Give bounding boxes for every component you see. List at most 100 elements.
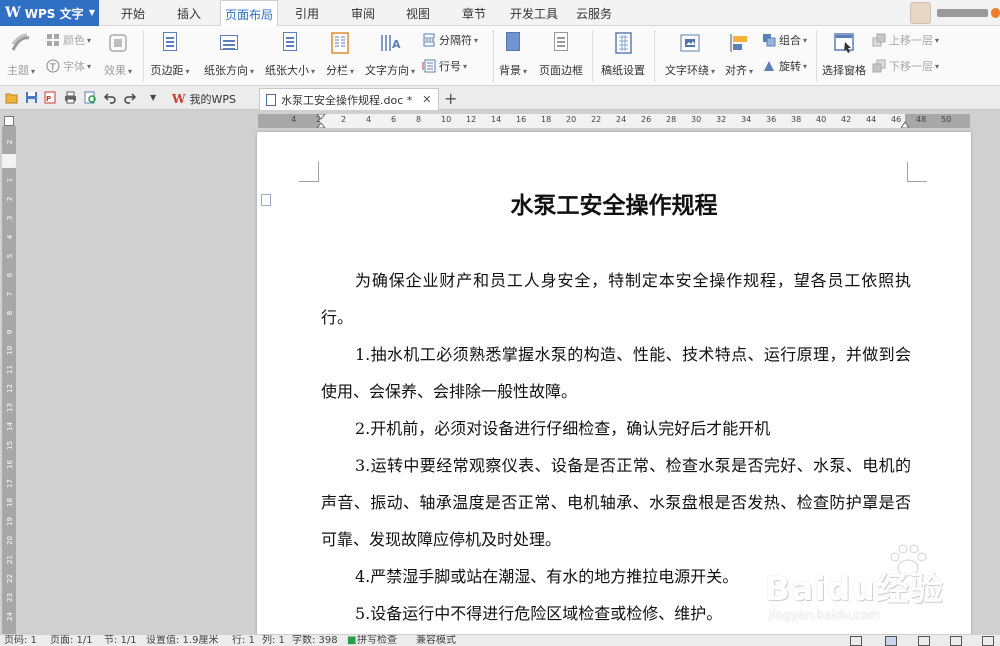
outline-view-icon[interactable] bbox=[918, 636, 930, 646]
page-view-icon[interactable] bbox=[885, 636, 897, 646]
effect-button[interactable]: 效果 ▾ bbox=[101, 26, 135, 78]
bring-forward-button[interactable]: 上移一层 ▾ bbox=[872, 32, 939, 48]
paragraph[interactable]: 为确保企业财产和员工人身安全，特制定本安全操作规程，望各员工依照执行。 bbox=[321, 262, 911, 336]
tab-review[interactable]: 审阅 bbox=[343, 0, 383, 26]
redo-icon[interactable] bbox=[123, 91, 137, 104]
customize-dropdown-icon[interactable]: ▼ bbox=[150, 93, 163, 106]
print-icon[interactable] bbox=[64, 91, 77, 104]
columns-button[interactable]: 分栏 ▾ bbox=[323, 26, 357, 78]
status-spell-check[interactable]: 拼写检查 bbox=[357, 635, 397, 646]
tab-cloud[interactable]: 云服务 bbox=[572, 0, 616, 26]
tab-my-wps[interactable]: W 我的WPS bbox=[166, 88, 256, 110]
ruler-tick-label: 9 bbox=[6, 329, 14, 335]
undo-icon[interactable] bbox=[103, 91, 117, 104]
baidu-watermark: Baidu经验 jingyan.baidu.com bbox=[765, 540, 965, 630]
orientation-button[interactable]: 纸张方向 ▾ bbox=[201, 26, 257, 78]
font-theme-button[interactable]: T 字体 ▾ bbox=[46, 58, 91, 74]
horizontal-ruler[interactable]: 4 2 2 4 6 8 10 12 14 16 18 20 22 24 26 28 30 32 34 36 38 40 42… bbox=[258, 114, 970, 128]
ruler-tick-label: 23 bbox=[6, 593, 14, 602]
export-pdf-icon[interactable]: P bbox=[44, 91, 57, 104]
new-tab-plus-icon[interactable]: + bbox=[444, 89, 457, 108]
tab-insert[interactable]: 插入 bbox=[166, 0, 212, 26]
status-word-count[interactable]: 字数: 398 bbox=[292, 635, 338, 646]
indent-marker-icon[interactable] bbox=[316, 114, 326, 128]
tab-document[interactable]: 水泵工安全操作规程.doc * ✕ bbox=[259, 88, 439, 110]
spell-check-icon[interactable]: ■ bbox=[347, 635, 356, 646]
page-break-icon bbox=[422, 33, 436, 47]
tab-home[interactable]: 开始 bbox=[109, 0, 157, 26]
ruler-tick-label: 20 bbox=[566, 115, 577, 124]
rotate-button[interactable]: 旋转 ▾ bbox=[762, 58, 807, 74]
color-button[interactable]: 颜色 ▾ bbox=[46, 32, 91, 48]
fullscreen-view-icon[interactable] bbox=[850, 636, 862, 646]
ruler-tick-label: 2 bbox=[6, 139, 14, 145]
reading-view-icon[interactable] bbox=[982, 636, 994, 646]
ruler-corner-toggle[interactable] bbox=[4, 116, 14, 126]
divider bbox=[493, 30, 494, 82]
group-button[interactable]: 组合 ▾ bbox=[762, 32, 807, 48]
wrap-text-icon bbox=[679, 32, 701, 54]
tab-developer[interactable]: 开发工具 bbox=[506, 0, 562, 26]
tab-view[interactable]: 视图 bbox=[398, 0, 438, 26]
selection-pane-button[interactable]: 选择窗格 bbox=[821, 26, 867, 78]
paragraph[interactable]: 1.抽水机工必须熟悉掌握水泵的构造、性能、技术特点、运行原理，并做到会使用、会保… bbox=[321, 336, 911, 410]
user-area[interactable] bbox=[904, 0, 1000, 26]
background-button[interactable]: 背景 ▾ bbox=[496, 26, 530, 78]
print-preview-icon[interactable] bbox=[84, 91, 97, 104]
manuscript-button[interactable]: 稿纸设置 bbox=[598, 26, 648, 78]
avatar[interactable] bbox=[910, 2, 931, 24]
ruler-tick-label: 2 bbox=[6, 196, 14, 202]
font-label: 字体 bbox=[63, 60, 85, 73]
ruler-tick-label: 2 bbox=[341, 115, 347, 124]
close-icon[interactable]: ✕ bbox=[422, 93, 431, 106]
separator-button[interactable]: 分隔符 ▾ bbox=[422, 32, 478, 48]
open-folder-icon[interactable] bbox=[5, 91, 18, 104]
save-icon[interactable] bbox=[25, 91, 38, 104]
quick-access-bar: P ▼ W 我的WPS 水泵工安全操作规程.doc * ✕ + bbox=[0, 86, 1000, 110]
ruler-tick-label: 7 bbox=[6, 291, 14, 297]
selection-pane-icon bbox=[833, 32, 855, 54]
line-number-button[interactable]: 行号 ▾ bbox=[422, 58, 467, 74]
color-label: 颜色 bbox=[63, 34, 85, 47]
page-border-button[interactable]: 页面边框 bbox=[536, 26, 586, 78]
columns-label: 分栏 bbox=[325, 64, 348, 77]
text-direction-label: 文字方向 bbox=[364, 64, 409, 77]
margin-button[interactable]: 页边距 ▾ bbox=[150, 26, 190, 78]
status-section: 节: 1/1 bbox=[104, 635, 137, 646]
manuscript-label: 稿纸设置 bbox=[601, 64, 645, 77]
tab-chapter[interactable]: 章节 bbox=[454, 0, 494, 26]
theme-button[interactable]: 主题 ▾ bbox=[4, 26, 38, 78]
app-menu-button[interactable]: W WPS 文字 ▼ bbox=[0, 0, 99, 26]
ruler-tick-label: 18 bbox=[541, 115, 552, 124]
text-direction-button[interactable]: A 文字方向 ▾ bbox=[362, 26, 418, 78]
notification-badge[interactable] bbox=[990, 8, 1000, 18]
send-backward-button[interactable]: 下移一层 ▾ bbox=[872, 58, 939, 74]
web-view-icon[interactable] bbox=[950, 636, 962, 646]
ruler-tick-label: 4 bbox=[6, 234, 14, 240]
ruler-tick-label: 19 bbox=[6, 517, 14, 526]
status-page-number[interactable]: 页码: 1 bbox=[4, 635, 37, 646]
ruler-tick-label: 3 bbox=[6, 215, 14, 221]
ruler-tick-label: 14 bbox=[6, 422, 14, 431]
group-icon bbox=[762, 33, 776, 47]
paragraph[interactable]: 2.开机前，必须对设备进行仔细检查，确认完好后才能开机 bbox=[321, 410, 911, 447]
tab-page-layout[interactable]: 页面布局 bbox=[220, 0, 278, 27]
ruler-tick-label: 6 bbox=[391, 115, 397, 124]
ruler-tick-label: 20 bbox=[6, 536, 14, 545]
send-backward-label: 下移一层 bbox=[889, 60, 933, 73]
tab-references[interactable]: 引用 bbox=[287, 0, 327, 26]
wrap-text-button[interactable]: 文字环绕 ▾ bbox=[662, 26, 718, 78]
divider bbox=[143, 30, 144, 82]
ruler-tick-label: 12 bbox=[6, 384, 14, 393]
columns-icon bbox=[329, 32, 351, 54]
color-grid-icon bbox=[46, 33, 60, 47]
right-indent-marker-icon[interactable] bbox=[901, 118, 909, 128]
align-button[interactable]: 对齐 ▾ bbox=[722, 26, 756, 78]
line-number-icon bbox=[422, 59, 436, 73]
group-label: 组合 bbox=[779, 34, 801, 47]
document-workspace[interactable]: 2 1 1 2 3 4 5 6 7 8 9 10 11 12 13 14 15 16 17 18 19 20 21 22 23 2… bbox=[0, 110, 1000, 634]
document-title[interactable]: 水泵工安全操作规程 bbox=[257, 186, 971, 220]
ruler-tick-label: 40 bbox=[816, 115, 827, 124]
vertical-ruler[interactable]: 2 1 1 2 3 4 5 6 7 8 9 10 11 12 13 14 15 16 17 18 19 20 21 22 23 2… bbox=[2, 126, 16, 634]
paper-size-button[interactable]: 纸张大小 ▾ bbox=[262, 26, 318, 78]
